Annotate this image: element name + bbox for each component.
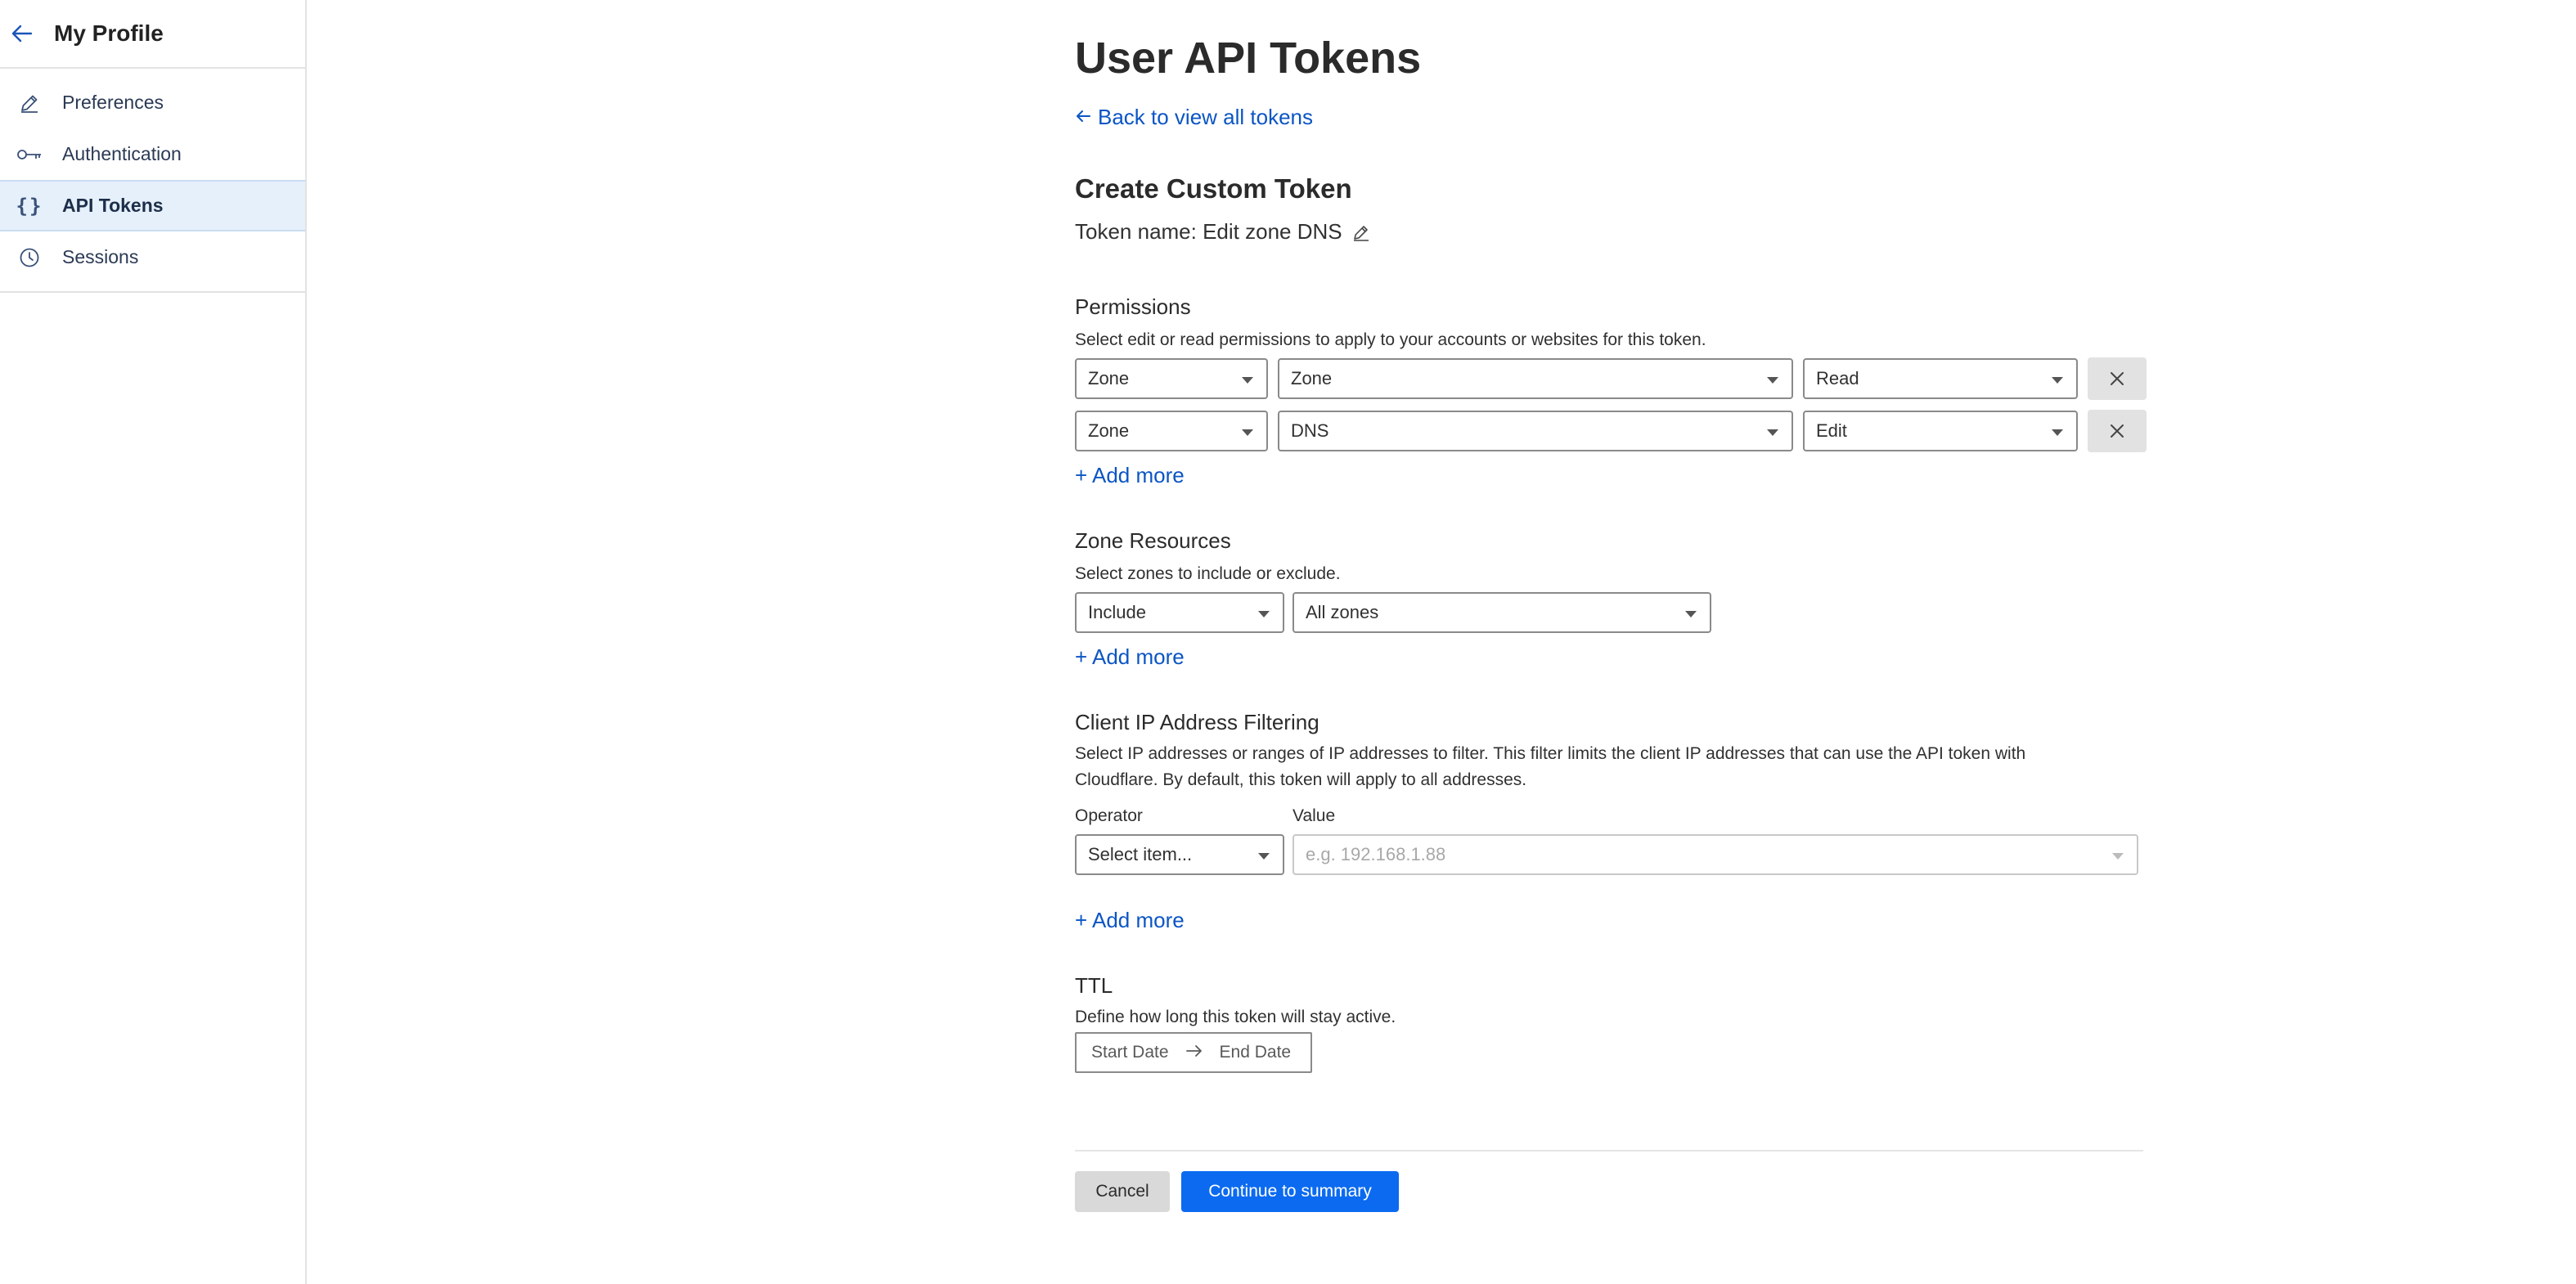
permission-resource-select[interactable]: Zone bbox=[1278, 358, 1793, 399]
edit-pencil-icon[interactable] bbox=[1352, 223, 1370, 241]
zone-selection-select[interactable]: All zones bbox=[1292, 592, 1711, 633]
arrow-left-icon bbox=[1075, 106, 1091, 129]
select-value: All zones bbox=[1306, 602, 1379, 622]
back-arrow-icon[interactable] bbox=[10, 21, 34, 46]
back-to-tokens-link[interactable]: Back to view all tokens bbox=[1075, 105, 1313, 130]
sidebar-header: My Profile bbox=[0, 0, 305, 69]
close-icon bbox=[2111, 424, 2124, 438]
section-title: Create Custom Token bbox=[1075, 173, 1352, 204]
select-value: Zone bbox=[1088, 368, 1130, 388]
key-icon bbox=[16, 141, 43, 168]
sidebar-item-api-tokens[interactable]: {} API Tokens bbox=[0, 180, 305, 231]
sidebar-item-sessions[interactable]: Sessions bbox=[0, 231, 305, 283]
select-value: Select item... bbox=[1088, 844, 1193, 864]
caret-down-icon bbox=[1242, 429, 1253, 436]
continue-to-summary-button[interactable]: Continue to summary bbox=[1181, 1171, 1399, 1212]
caret-down-icon bbox=[1685, 611, 1697, 617]
caret-down-icon bbox=[1258, 853, 1270, 860]
page-title: User API Tokens bbox=[1075, 34, 1422, 83]
zone-resources-title: Zone Resources bbox=[1075, 528, 1231, 553]
token-name: Token name: Edit zone DNS bbox=[1075, 219, 1370, 245]
sidebar-nav: Preferences Authentication {} API Tokens… bbox=[0, 69, 305, 293]
caret-down-icon bbox=[2112, 853, 2124, 860]
ip-filtering-description-line1: Select IP addresses or ranges of IP addr… bbox=[1075, 744, 2026, 763]
end-date-input[interactable]: End Date bbox=[1220, 1043, 1292, 1062]
remove-permission-button[interactable] bbox=[2088, 410, 2147, 452]
ttl-date-range-picker[interactable]: Start Date End Date bbox=[1075, 1032, 1312, 1073]
caret-down-icon bbox=[1258, 611, 1270, 617]
zone-resources-add-more-link[interactable]: + Add more bbox=[1075, 644, 1185, 670]
remove-permission-button[interactable] bbox=[2088, 357, 2147, 400]
sidebar: My Profile Preferences Authentication {}… bbox=[0, 0, 307, 1284]
select-value: Edit bbox=[1816, 420, 1847, 441]
ttl-description: Define how long this token will stay act… bbox=[1075, 1008, 1396, 1026]
zone-include-select[interactable]: Include bbox=[1075, 592, 1284, 633]
caret-down-icon bbox=[2052, 377, 2063, 384]
caret-down-icon bbox=[1767, 429, 1778, 436]
permissions-description: Select edit or read permissions to apply… bbox=[1075, 330, 1706, 349]
value-label: Value bbox=[1292, 806, 1336, 825]
pencil-icon bbox=[16, 90, 43, 116]
operator-label: Operator bbox=[1075, 806, 1143, 825]
permission-level-select[interactable]: Read bbox=[1803, 358, 2078, 399]
select-value: Read bbox=[1816, 368, 1859, 388]
sidebar-item-label: API Tokens bbox=[62, 195, 164, 216]
input-placeholder: e.g. 192.168.1.88 bbox=[1306, 844, 1446, 864]
start-date-input[interactable]: Start Date bbox=[1091, 1043, 1169, 1062]
sidebar-item-label: Authentication bbox=[62, 143, 182, 164]
sidebar-title: My Profile bbox=[54, 20, 164, 46]
permission-scope-select[interactable]: Zone bbox=[1075, 411, 1268, 451]
caret-down-icon bbox=[2052, 429, 2063, 436]
close-icon bbox=[2111, 372, 2124, 385]
permission-resource-select[interactable]: DNS bbox=[1278, 411, 1793, 451]
sidebar-item-label: Sessions bbox=[62, 246, 139, 267]
permissions-add-more-link[interactable]: + Add more bbox=[1075, 463, 1185, 488]
operator-select[interactable]: Select item... bbox=[1075, 834, 1284, 875]
caret-down-icon bbox=[1242, 377, 1253, 384]
ip-filtering-title: Client IP Address Filtering bbox=[1075, 710, 1319, 734]
token-name-text: Token name: Edit zone DNS bbox=[1075, 219, 1342, 244]
ip-value-input[interactable]: e.g. 192.168.1.88 bbox=[1292, 834, 2138, 875]
select-value: Zone bbox=[1291, 368, 1333, 388]
footer-divider bbox=[1075, 1150, 2143, 1152]
clock-icon bbox=[16, 245, 43, 271]
select-value: DNS bbox=[1291, 420, 1329, 441]
caret-down-icon bbox=[1767, 377, 1778, 384]
ip-filtering-description-line2: Cloudflare. By default, this token will … bbox=[1075, 770, 1527, 789]
permission-scope-select[interactable]: Zone bbox=[1075, 358, 1268, 399]
select-value: Include bbox=[1088, 602, 1146, 622]
cancel-button[interactable]: Cancel bbox=[1075, 1171, 1170, 1212]
zone-resources-description: Select zones to include or exclude. bbox=[1075, 564, 1341, 583]
select-value: Zone bbox=[1088, 420, 1130, 441]
ip-filtering-add-more-link[interactable]: + Add more bbox=[1075, 908, 1185, 933]
permission-level-select[interactable]: Edit bbox=[1803, 411, 2078, 451]
sidebar-item-label: Preferences bbox=[62, 92, 164, 113]
arrow-right-icon bbox=[1185, 1043, 1203, 1062]
braces-icon: {} bbox=[16, 194, 43, 218]
back-link-label: Back to view all tokens bbox=[1098, 105, 1314, 129]
sidebar-item-preferences[interactable]: Preferences bbox=[0, 77, 305, 128]
sidebar-item-authentication[interactable]: Authentication bbox=[0, 128, 305, 180]
ttl-title: TTL bbox=[1075, 973, 1113, 998]
permissions-title: Permissions bbox=[1075, 294, 1191, 319]
